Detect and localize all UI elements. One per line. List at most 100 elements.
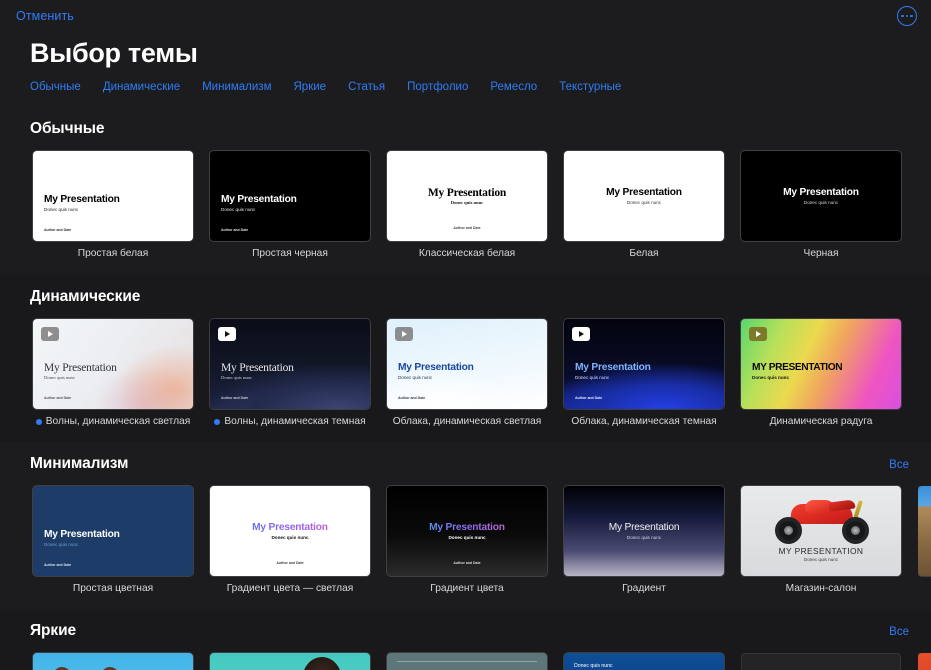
- category-link-obychnye[interactable]: Обычные: [30, 81, 81, 93]
- section-header: Обычные: [0, 107, 931, 138]
- theme-list[interactable]: Обычные My Presentation Donec quis nunc …: [0, 107, 931, 670]
- slide-title: My Presentation: [44, 529, 120, 540]
- theme-name: Облака, динамическая темная: [571, 416, 716, 429]
- slide-subtitle: Donec quis nunc: [564, 535, 724, 540]
- category-link-dinamicheskie[interactable]: Динамические: [103, 81, 180, 93]
- theme-thumbnail[interactable]: My Presentation Donec quis nunc Author a…: [564, 319, 724, 409]
- theme-card-gradient-tsveta[interactable]: My Presentation Donec quis nunc Author a…: [387, 486, 547, 596]
- theme-thumbnail[interactable]: MY PRESENTATION Donec quis nunc: [741, 486, 901, 576]
- category-link-portfolio[interactable]: Портфолио: [407, 81, 468, 93]
- theme-thumbnail[interactable]: My Presentation Donec quis nunc Author a…: [387, 151, 547, 241]
- slide-title: My Presentation: [387, 187, 547, 199]
- theme-caption: Градиент цвета — светлая: [210, 583, 370, 596]
- theme-thumbnail[interactable]: My Presentation Donec quis nunc Author a…: [33, 151, 193, 241]
- theme-row: My Presentation Donec quis nunc Author a…: [0, 138, 931, 261]
- theme-card-magazin-salon[interactable]: MY PRESENTATION Donec quis nunc Магазин-…: [741, 486, 901, 596]
- theme-thumbnail[interactable]: My Presentation Donec quis nunc Author a…: [33, 319, 193, 409]
- theme-card-volny-svetlaya[interactable]: My Presentation Donec quis nunc Author a…: [33, 319, 193, 429]
- category-link-remeslo[interactable]: Ремесло: [490, 81, 537, 93]
- theme-caption: Динамическая радуга: [741, 416, 901, 429]
- theme-name: Магазин-салон: [786, 583, 857, 596]
- theme-thumbnail[interactable]: MY PRESENTATION: [210, 653, 370, 670]
- theme-card-oblaka-svetlaya[interactable]: My Presentation Donec quis nunc Author a…: [387, 319, 547, 429]
- theme-card-yarkie-2[interactable]: MY PRESENTATION: [210, 653, 370, 670]
- theme-thumbnail-placeholder[interactable]: [741, 653, 901, 670]
- more-options-icon[interactable]: [897, 6, 917, 26]
- theme-thumbnail[interactable]: My Presentation Donec quis nunc Author a…: [210, 151, 370, 241]
- theme-card-yarkie-3[interactable]: Donec quis nunc MY PRESENTATION: [387, 653, 547, 670]
- theme-thumbnail[interactable]: My Presentation Donec quis nunc: [741, 151, 901, 241]
- theme-card-yarkie-partial-next[interactable]: [918, 653, 931, 670]
- slide-preview: My Presentation Donec quis nunc Author a…: [387, 486, 547, 576]
- slide-title: My Presentation: [221, 194, 297, 205]
- slide-preview: My Presentation Donec quis nunc Author a…: [387, 151, 547, 241]
- slide-footer: Author and Date: [44, 228, 71, 232]
- theme-card-yarkie-4[interactable]: Donec quis nunc: [564, 653, 724, 670]
- slide-preview: MY PRESENTATION: [210, 653, 370, 670]
- theme-thumbnail[interactable]: My Presentation Donec quis nunc Author a…: [210, 319, 370, 409]
- slide-preview: My Presentation Donec quis nunc: [564, 486, 724, 576]
- see-all-link-minimalizm[interactable]: Все: [889, 459, 909, 471]
- slide-preview: My Presentation Donec quis nunc Author a…: [387, 319, 547, 409]
- see-all-link-yarkie[interactable]: Все: [889, 626, 909, 638]
- theme-thumbnail[interactable]: My Presentation Donec quis nunc Author a…: [33, 486, 193, 576]
- theme-thumbnail[interactable]: My Presentation Donec quis nunc Author a…: [387, 486, 547, 576]
- slide-title: My Presentation: [564, 187, 724, 198]
- theme-card-volny-temnaya[interactable]: My Presentation Donec quis nunc Author a…: [210, 319, 370, 429]
- theme-chooser-window: Отменить Выбор темы Обычные Динамические…: [0, 0, 931, 670]
- theme-name: Волны, динамическая темная: [224, 416, 365, 429]
- theme-thumbnail[interactable]: [918, 653, 931, 670]
- theme-card-oblaka-temnaya[interactable]: My Presentation Donec quis nunc Author a…: [564, 319, 724, 429]
- new-badge-dot: [214, 419, 220, 425]
- theme-caption: Магазин-салон: [741, 583, 901, 596]
- theme-card-yarkie-5-placeholder[interactable]: [741, 653, 901, 670]
- theme-card-gradient-tsveta-svetlaya[interactable]: My Presentation Donec quis nunc Author a…: [210, 486, 370, 596]
- theme-thumbnail[interactable]: Donec quis nunc: [564, 653, 724, 670]
- theme-name: Белая: [629, 248, 658, 261]
- theme-name: Классическая белая: [419, 248, 515, 261]
- theme-thumbnail[interactable]: Donec quis nunc MY PRESENTATION: [387, 653, 547, 670]
- section-title: Динамические: [30, 288, 140, 306]
- cancel-button[interactable]: Отменить: [16, 9, 74, 23]
- category-link-yarkie[interactable]: Яркие: [294, 81, 327, 93]
- theme-card-dinamicheskaya-raduga[interactable]: MY PRESENTATION Donec quis nunc Динамиче…: [741, 319, 901, 429]
- theme-thumbnail[interactable]: My Presentation Donec quis nunc Author a…: [387, 319, 547, 409]
- theme-card-belaya[interactable]: My Presentation Donec quis nunc Белая: [564, 151, 724, 261]
- slide-title: My Presentation: [741, 187, 901, 198]
- theme-card-prostaya-belaya[interactable]: My Presentation Donec quis nunc Author a…: [33, 151, 193, 261]
- theme-caption: Простая черная: [210, 248, 370, 261]
- category-link-minimalizm[interactable]: Минимализм: [202, 81, 271, 93]
- theme-thumbnail[interactable]: My Presentation Donec quis nunc Author a…: [210, 486, 370, 576]
- theme-row: My Presentation Donec quis nunc Author a…: [0, 306, 931, 429]
- theme-card-chernaya[interactable]: My Presentation Donec quis nunc Черная: [741, 151, 901, 261]
- slide-subtitle: Donec quis nunc: [44, 542, 78, 547]
- theme-caption: Волны, динамическая темная: [210, 416, 370, 429]
- theme-card-gradient[interactable]: My Presentation Donec quis nunc Градиент: [564, 486, 724, 596]
- slide-preview: My Presentation Donec quis nunc Author a…: [210, 151, 370, 241]
- category-nav: Обычные Динамические Минимализм Яркие Ст…: [0, 69, 931, 93]
- theme-thumbnail[interactable]: My Presentation Donec quis nunc: [564, 151, 724, 241]
- theme-caption: Градиент: [564, 583, 724, 596]
- slide-footer: Author and Date: [387, 561, 547, 565]
- theme-card-prostaya-chernaya[interactable]: My Presentation Donec quis nunc Author a…: [210, 151, 370, 261]
- theme-caption: Простая белая: [33, 248, 193, 261]
- slide-title: My Presentation: [210, 522, 370, 533]
- theme-thumbnail[interactable]: Author and Date MY PRESENTATION: [33, 653, 193, 670]
- theme-name: Простая черная: [252, 248, 328, 261]
- theme-thumbnail[interactable]: MY PRESENTATION Donec quis nunc: [741, 319, 901, 409]
- section-header: Динамические: [0, 275, 931, 306]
- theme-card-prostaya-tsvetnaya[interactable]: My Presentation Donec quis nunc Author a…: [33, 486, 193, 596]
- theme-thumbnail[interactable]: [918, 486, 931, 576]
- section-title: Обычные: [30, 120, 104, 138]
- slide-preview: MY PRESENTATION Donec quis nunc: [741, 486, 901, 576]
- slide-subtitle: Donec quis nunc: [44, 375, 75, 380]
- theme-thumbnail[interactable]: My Presentation Donec quis nunc: [564, 486, 724, 576]
- category-link-teksturnye[interactable]: Текстурные: [559, 81, 621, 93]
- theme-card-klassicheskaya-belaya[interactable]: My Presentation Donec quis nunc Author a…: [387, 151, 547, 261]
- theme-card-partial-next[interactable]: [918, 486, 931, 596]
- slide-preview: My Presentation Donec quis nunc: [741, 151, 901, 241]
- theme-name: Волны, динамическая светлая: [46, 416, 190, 429]
- category-link-statya[interactable]: Статья: [348, 81, 385, 93]
- theme-card-yarkie-1[interactable]: Author and Date MY PRESENTATION: [33, 653, 193, 670]
- theme-name: Градиент: [622, 583, 666, 596]
